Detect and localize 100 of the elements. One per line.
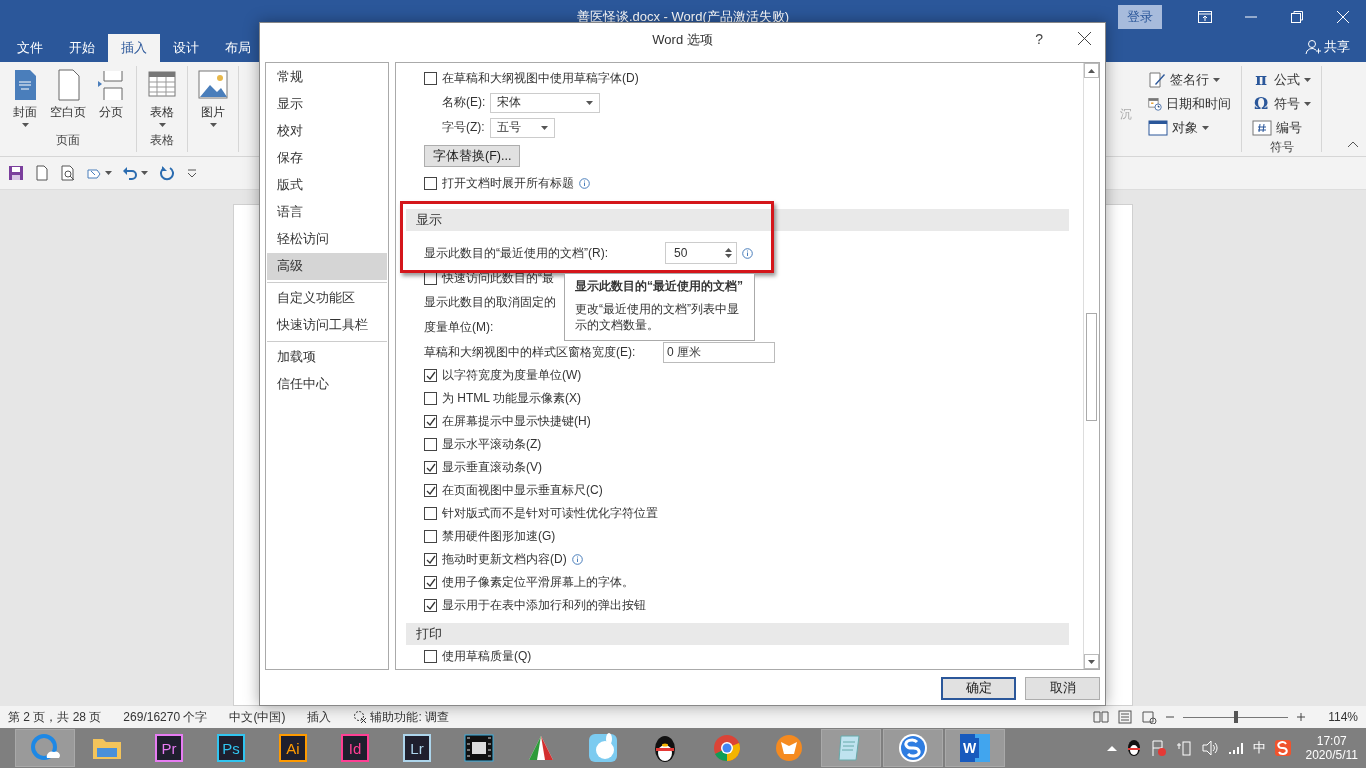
redo-icon <box>158 165 174 181</box>
spin-arrows-icon[interactable] <box>725 247 732 259</box>
dropdown-field[interactable]: 五号 <box>489 117 555 138</box>
taskbar-button[interactable]: Ai <box>263 729 323 767</box>
ribbon-tab[interactable]: 布局 <box>212 34 264 62</box>
app-tile-icon: Ai <box>279 734 307 762</box>
checkbox-label: 显示用于在表中添加行和列的弹出按钮 <box>442 597 646 614</box>
taskbar-button[interactable]: Pr <box>139 729 199 767</box>
dialog-button[interactable]: 确定 <box>941 677 1016 700</box>
scroll-up-button[interactable] <box>1084 63 1099 78</box>
ribbon-button[interactable]: 对象 <box>1144 116 1235 139</box>
help-button[interactable]: ? <box>1035 31 1043 47</box>
share-button[interactable]: 共享 <box>1299 37 1356 57</box>
ribbon-button[interactable]: 图片 <box>194 66 232 132</box>
ribbon-button[interactable]: 空白页 <box>48 66 88 132</box>
font-substitution-button[interactable]: 字体替换(F)... <box>424 145 521 167</box>
dropdown-caret-icon <box>209 123 217 127</box>
checkbox-label: 针对版式而不是针对可读性优化字符位置 <box>442 505 658 522</box>
checkbox-label: 使用草稿质量(Q) <box>442 648 532 665</box>
ribbon-tab[interactable]: 插入 <box>108 34 160 62</box>
login-button[interactable]: 登录 <box>1118 5 1162 29</box>
nav-item[interactable]: 轻松访问 <box>267 226 387 253</box>
nav-item[interactable]: 常规 <box>267 64 387 91</box>
volume-icon[interactable] <box>1200 740 1219 756</box>
toolbar-button[interactable] <box>122 165 148 181</box>
checkbox[interactable] <box>424 392 437 405</box>
section-header: 打印 <box>406 623 1069 645</box>
checkbox[interactable] <box>424 177 437 190</box>
toolbar-button[interactable] <box>8 165 24 181</box>
chrome-icon <box>711 732 743 764</box>
ribbon-button[interactable]: π 公式 <box>1248 68 1315 91</box>
dropdown-caret-icon <box>586 100 594 105</box>
checkbox[interactable] <box>424 369 437 382</box>
close-button[interactable] <box>1078 32 1091 48</box>
read-mode-icon[interactable] <box>1093 710 1110 724</box>
checkbox[interactable] <box>424 650 437 663</box>
ribbon-tab[interactable]: 开始 <box>56 34 108 62</box>
toolbar-button[interactable] <box>60 165 76 181</box>
number-spinner[interactable]: 50 <box>665 242 737 264</box>
clock-time[interactable]: 17:07 <box>1316 734 1347 748</box>
dropdown-field[interactable]: 宋体 <box>490 92 601 113</box>
checkbox[interactable] <box>424 599 437 612</box>
checkbox[interactable] <box>424 461 437 474</box>
checkbox[interactable] <box>424 415 437 428</box>
scrollbar[interactable] <box>1083 63 1099 669</box>
scroll-down-button[interactable] <box>1084 654 1099 669</box>
ribbon-button[interactable]: 分页 <box>92 66 130 132</box>
tooltip-text: 更改“最近使用的文档”列表中显示的文档数量。 <box>575 301 740 334</box>
checkbox[interactable] <box>424 507 437 520</box>
nav-item[interactable]: 版式 <box>267 172 387 199</box>
toolbar-button[interactable] <box>158 165 174 181</box>
nav-item[interactable]: 信任中心 <box>267 371 387 398</box>
ribbon-tab[interactable]: 文件 <box>4 34 56 62</box>
show-hidden-icons-icon[interactable] <box>1106 745 1117 751</box>
nav-item[interactable]: 高级 <box>267 253 387 280</box>
taskbar-button[interactable]: Id <box>325 729 385 767</box>
ribbon-button[interactable]: 编号 <box>1248 116 1315 139</box>
battery-icon[interactable] <box>1175 739 1192 757</box>
nav-item[interactable]: 校对 <box>267 118 387 145</box>
zoom-percent[interactable]: 114% <box>1328 710 1358 724</box>
nav-item[interactable]: 快速访问工具栏 <box>267 312 387 339</box>
nav-item[interactable]: 语言 <box>267 199 387 226</box>
toolbar-button[interactable] <box>34 165 50 181</box>
dropdown-caret-icon <box>158 123 166 127</box>
ribbon-tab[interactable]: 设计 <box>160 34 212 62</box>
scrollbar-thumb[interactable] <box>1086 313 1097 421</box>
checkbox[interactable] <box>424 484 437 497</box>
checkbox-label: 在页面视图中显示垂直标尺(C) <box>442 482 603 499</box>
penguin-icon[interactable] <box>1125 739 1142 757</box>
checkbox[interactable] <box>424 530 437 543</box>
ribbon-button[interactable]: 表格 <box>143 66 181 132</box>
checkbox[interactable] <box>424 438 437 451</box>
ribbon-button[interactable]: Ω 符号 <box>1248 92 1315 115</box>
network-signal-icon[interactable] <box>1227 741 1244 755</box>
nav-item[interactable]: 保存 <box>267 145 387 172</box>
sogou-input-icon[interactable] <box>1274 740 1291 756</box>
rabbit-app-icon <box>587 732 619 764</box>
zoom-slider-thumb[interactable] <box>1233 711 1238 723</box>
nav-item[interactable]: 显示 <box>267 91 387 118</box>
taskbar-button[interactable]: Ps <box>201 729 261 767</box>
checkbox[interactable] <box>424 576 437 589</box>
ribbon-button[interactable]: 封面 <box>6 66 44 132</box>
nav-item[interactable]: 自定义功能区 <box>267 285 387 312</box>
dialog-title: Word 选项 <box>652 30 713 49</box>
checkbox[interactable] <box>424 72 437 85</box>
checkbox-label: 拖动时更新文档内容(D) <box>442 551 567 568</box>
nav-item[interactable]: 加载项 <box>267 344 387 371</box>
checkbox[interactable] <box>424 553 437 566</box>
ribbon-button[interactable]: 日期和时间 <box>1144 92 1235 115</box>
picture-icon <box>196 68 230 102</box>
web-layout-icon[interactable] <box>1141 710 1158 724</box>
taskbar-button[interactable]: Lr <box>387 729 447 767</box>
dialog-button[interactable]: 取消 <box>1025 677 1100 700</box>
ribbon-button[interactable]: 签名行 <box>1144 68 1235 91</box>
clock-date[interactable]: 2020/5/11 <box>1305 748 1358 762</box>
width-input-field[interactable]: 0 厘米 <box>663 341 775 363</box>
input-method-indicator[interactable]: 中 <box>1252 739 1266 757</box>
zoom-in-icon[interactable] <box>1296 712 1307 722</box>
print-preview-icon <box>60 165 76 181</box>
taskbar-button[interactable]: W <box>945 729 1005 767</box>
